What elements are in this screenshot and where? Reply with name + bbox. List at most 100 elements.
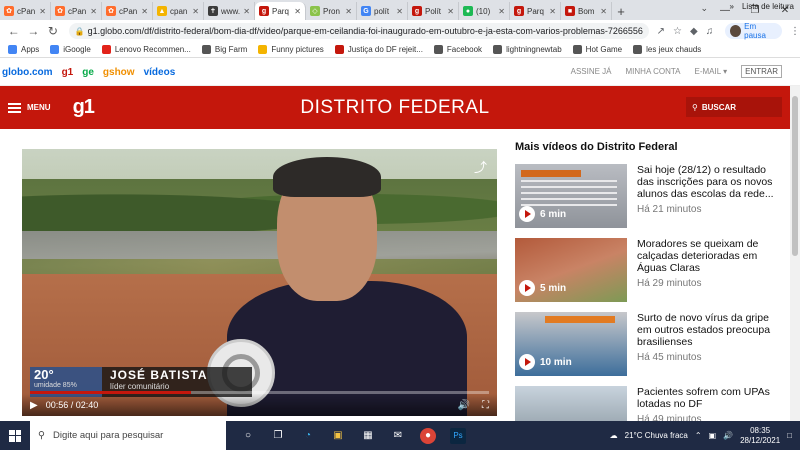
tab-close-icon[interactable]: ✕ <box>243 7 250 16</box>
tab-close-icon[interactable]: ✕ <box>294 7 301 16</box>
bookmark-label: lightningnewtab <box>506 45 562 54</box>
tab-favicon-icon: ● <box>463 6 473 16</box>
bookmark-favicon-icon <box>433 45 443 54</box>
menu-button[interactable]: MENU <box>8 102 51 113</box>
tray-weather[interactable]: 21°C Chuva fraca <box>625 431 688 440</box>
media-icon[interactable]: ♫ <box>706 26 714 37</box>
volume-icon[interactable]: 🔊 <box>723 431 733 440</box>
video-player[interactable]: ⤴ 20° umidade 85% JOSÉ BATISTA líder com… <box>22 149 497 416</box>
store-icon[interactable]: ▦ <box>360 428 376 444</box>
more-menu-icon[interactable]: ⋮ <box>790 26 800 37</box>
more-bookmarks-icon[interactable]: » <box>730 2 734 11</box>
bookmark-item[interactable]: les jeux chauds <box>633 45 701 54</box>
browser-tab[interactable]: ✿ cPan ✕ <box>0 2 51 20</box>
bookmark-star-icon[interactable]: ☆ <box>673 26 682 37</box>
video-title[interactable]: Moradores se queixam de calçadas deterio… <box>637 238 785 274</box>
page-scrollbar[interactable] <box>790 86 800 421</box>
bookmark-item[interactable]: Big Farm <box>201 45 248 54</box>
extensions-icon[interactable]: ◆ <box>690 26 698 37</box>
globo-link[interactable]: globo.com <box>2 67 53 78</box>
video-title[interactable]: Surto de novo vírus da gripe em outros e… <box>637 312 785 348</box>
tab-search-chevron-icon[interactable]: ⌄ <box>700 3 708 14</box>
notifications-icon[interactable]: □ <box>787 431 792 440</box>
video-item[interactable]: 5 min Moradores se queixam de calçadas d… <box>515 238 785 302</box>
email-link[interactable]: E-MAIL ▾ <box>694 67 727 78</box>
network-icon[interactable]: ▣ <box>709 431 717 440</box>
new-tab-button[interactable]: + <box>612 2 630 20</box>
photoshop-icon[interactable]: Ps <box>450 427 466 444</box>
tab-close-icon[interactable]: ✕ <box>90 7 97 16</box>
profile-button[interactable]: Em pausa <box>725 22 783 40</box>
browser-tab[interactable]: ▲ cpan ✕ <box>153 2 204 20</box>
browser-tab[interactable]: Gpolít ✕ <box>357 2 408 20</box>
browser-tab[interactable]: ■ Bom ✕ <box>561 2 612 20</box>
task-view-icon[interactable]: ❐ <box>270 428 286 444</box>
tab-close-icon[interactable]: ✕ <box>600 7 607 16</box>
share-icon[interactable]: ⤴ <box>474 157 487 176</box>
my-account-link[interactable]: MINHA CONTA <box>626 67 681 78</box>
browser-tab[interactable]: g Polít ✕ <box>408 2 459 20</box>
video-thumbnail[interactable]: 6 min <box>515 164 627 228</box>
file-explorer-icon[interactable]: ▣ <box>330 428 346 444</box>
clock[interactable]: 08:35 28/12/2021 <box>740 426 780 445</box>
g1-link[interactable]: g1 <box>62 67 74 78</box>
video-thumbnail[interactable]: 5 min <box>515 238 627 302</box>
bookmark-favicon-icon <box>201 45 211 54</box>
browser-tab[interactable]: ✿ cPan ✕ <box>51 2 102 20</box>
subscribe-link[interactable]: ASSINE JÁ <box>571 67 612 78</box>
bookmark-item[interactable]: iGoogle <box>50 45 91 54</box>
g1-header: DISTRITO FEDERAL MENU g1 ⚲ BUSCAR <box>0 86 790 129</box>
bookmark-item[interactable]: Funny pictures <box>258 45 324 54</box>
mail-icon[interactable]: ✉ <box>390 428 406 444</box>
bookmark-item[interactable]: Facebook <box>433 45 482 54</box>
g1-logo[interactable]: g1 <box>73 96 95 119</box>
tab-close-icon[interactable]: ✕ <box>447 7 454 16</box>
chrome-icon[interactable]: ● <box>420 427 436 444</box>
bookmark-item[interactable]: Justiça do DF rejeit... <box>334 45 423 54</box>
bookmark-item[interactable]: Lenovo Recommen... <box>101 45 191 54</box>
edge-icon[interactable]: ◔ <box>300 428 316 444</box>
browser-tab[interactable]: ✿ cPan ✕ <box>102 2 153 20</box>
taskbar-search[interactable]: ⚲ Digite aqui para pesquisar <box>30 421 226 450</box>
video-title[interactable]: Sai hoje (28/12) o resultado das inscriç… <box>637 164 785 200</box>
forward-arrow-icon[interactable]: → <box>26 24 42 38</box>
search-button[interactable]: ⚲ BUSCAR <box>686 97 782 117</box>
browser-tab[interactable]: ✝ www. ✕ <box>204 2 255 20</box>
tab-close-icon[interactable]: ✕ <box>549 7 556 16</box>
tab-favicon-icon: ■ <box>565 6 575 16</box>
tab-close-icon[interactable]: ✕ <box>396 7 403 16</box>
video-thumbnail[interactable]: 10 min <box>515 312 627 376</box>
browser-tab[interactable]: ● (10) ✕ <box>459 2 510 20</box>
gshow-link[interactable]: gshow <box>103 67 135 78</box>
bookmark-item[interactable]: lightningnewtab <box>493 45 562 54</box>
tab-close-icon[interactable]: ✕ <box>192 7 199 16</box>
videos-link[interactable]: vídeos <box>144 67 176 78</box>
video-title[interactable]: Pacientes sofrem com UPAs lotadas no DF <box>637 386 785 410</box>
video-item[interactable]: 6 min Sai hoje (28/12) o resultado das i… <box>515 164 785 228</box>
play-icon[interactable]: ▶ <box>30 400 38 411</box>
reload-icon[interactable]: ↻ <box>45 24 61 38</box>
browser-tab[interactable]: ◇ Pron ✕ <box>306 2 357 20</box>
back-arrow-icon[interactable]: ← <box>6 24 22 38</box>
bookmark-label: Big Farm <box>214 45 248 54</box>
fullscreen-icon[interactable]: ⛶ <box>482 400 489 411</box>
video-item[interactable]: 10 min Surto de novo vírus da gripe em o… <box>515 312 785 376</box>
login-button[interactable]: ENTRAR <box>741 65 782 78</box>
reading-list[interactable]: Lista de leitura <box>742 2 794 11</box>
tab-close-icon[interactable]: ✕ <box>345 7 352 16</box>
tab-favicon-icon: ✿ <box>55 6 65 16</box>
ge-link[interactable]: ge <box>82 67 94 78</box>
browser-tab[interactable]: g Parq ✕ <box>255 2 306 20</box>
tab-close-icon[interactable]: ✕ <box>141 7 148 16</box>
bookmark-item[interactable]: Apps <box>8 45 39 54</box>
start-button[interactable] <box>0 429 30 442</box>
tab-close-icon[interactable]: ✕ <box>39 7 46 16</box>
browser-tab[interactable]: g Parq ✕ <box>510 2 561 20</box>
cortana-icon[interactable]: ○ <box>240 428 256 444</box>
bookmark-item[interactable]: Hot Game <box>572 45 622 54</box>
url-field[interactable]: 🔒 g1.globo.com/df/distrito-federal/bom-d… <box>68 23 649 39</box>
volume-icon[interactable]: 🔊 <box>458 400 470 411</box>
tray-chevron-icon[interactable]: ⌃ <box>695 431 702 440</box>
share-page-icon[interactable]: ↗ <box>657 26 665 37</box>
tab-close-icon[interactable]: ✕ <box>498 7 505 16</box>
